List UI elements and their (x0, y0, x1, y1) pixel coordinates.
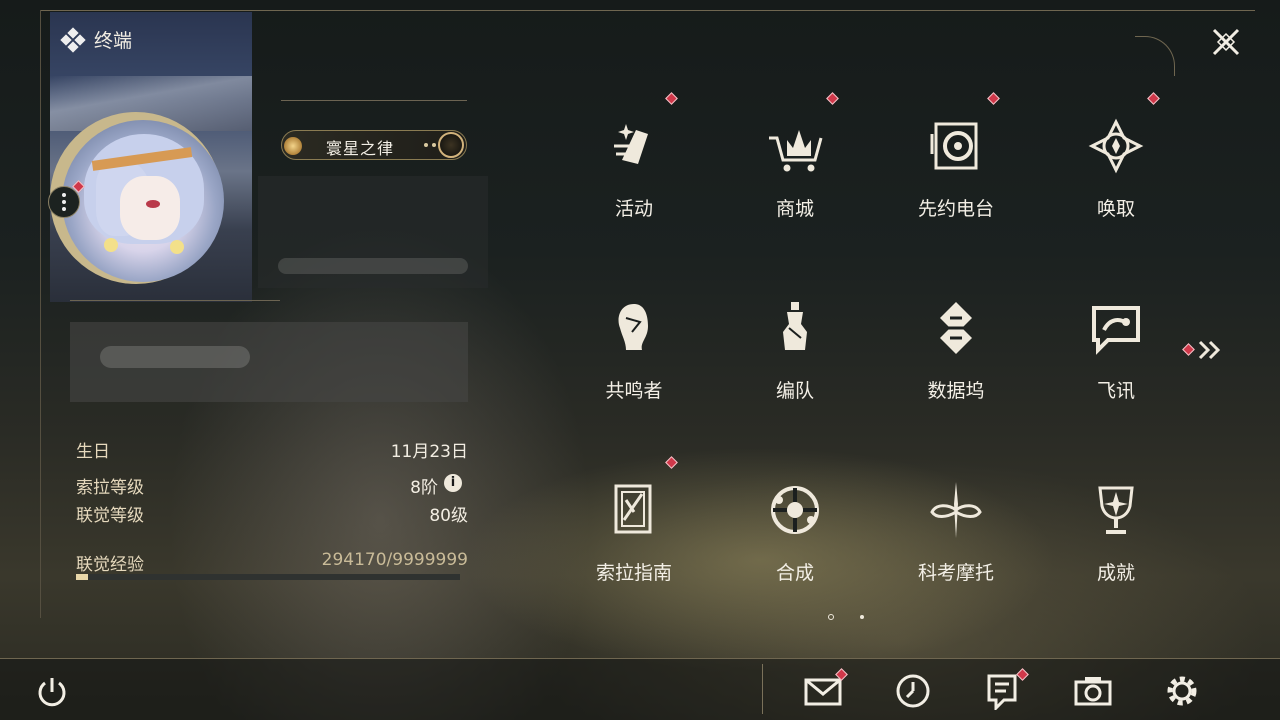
frame-line-bottom (0, 658, 1280, 659)
tile-label: 科考摩托 (917, 562, 994, 584)
terminal-title: 终端 (94, 30, 133, 52)
sol-rank-label: 索拉等级 (76, 478, 144, 498)
mail-button[interactable] (803, 668, 848, 710)
title-badge-label: 寰星之律 (326, 139, 395, 158)
notice-button[interactable] (982, 668, 1029, 712)
tile-chat[interactable]: 飞讯 (1036, 282, 1196, 452)
camera-icon (1074, 677, 1112, 706)
motorcycle-icon (926, 480, 986, 540)
divider (70, 300, 280, 301)
union-level-value: 80级 (429, 506, 468, 526)
tile-resonators[interactable]: 共鸣者 (554, 282, 714, 452)
signature-area-blurred (258, 176, 488, 288)
tile-motorcycle[interactable]: 科考摩托 (876, 464, 1036, 634)
avatar-options-button[interactable] (48, 186, 80, 218)
tile-label: 合成 (775, 562, 814, 584)
avatar[interactable] (62, 120, 224, 282)
chat-icon (1086, 298, 1146, 358)
exit-button[interactable] (34, 674, 70, 710)
title-badge[interactable]: 寰星之律 (281, 130, 467, 160)
alert-dot (665, 92, 678, 105)
tile-label: 先约电台 (917, 198, 994, 220)
diamond-logo-icon (60, 26, 86, 53)
tile-label: 飞讯 (1096, 380, 1135, 402)
gear-icon (1167, 676, 1197, 706)
tile-data-bank[interactable]: 数据坞 (876, 282, 1036, 452)
name-area-blurred (70, 322, 468, 402)
clock-icon (896, 674, 930, 708)
frame-line-top (40, 10, 1255, 11)
guidebook-icon (604, 480, 664, 540)
frame-line-left (40, 10, 41, 618)
camera-button[interactable] (1073, 672, 1113, 710)
gacha-icon (1086, 116, 1146, 176)
notice-icon (987, 674, 1017, 712)
orb-icon (438, 132, 464, 158)
union-exp-value: 294170/9999999 (321, 550, 468, 570)
sol-rank-value: 8阶 (410, 478, 438, 498)
tile-guidebook[interactable]: 索拉指南 (554, 456, 714, 634)
alert-dot (987, 92, 1000, 105)
tile-label: 成就 (1096, 562, 1135, 584)
birthday-value: 11月23日 (390, 442, 468, 462)
divider (281, 100, 467, 101)
sun-icon (284, 137, 302, 155)
radio-icon (926, 116, 986, 176)
exp-progress-bar (76, 574, 460, 580)
tile-achievements[interactable]: 成就 (1036, 464, 1196, 634)
tile-activity[interactable]: 活动 (554, 92, 714, 270)
history-button[interactable] (893, 672, 933, 710)
tile-team[interactable]: 编队 (715, 282, 875, 452)
tile-label: 活动 (614, 198, 653, 220)
close-button[interactable] (1208, 24, 1244, 60)
bottom-divider (762, 664, 763, 714)
alert-dot (1182, 343, 1195, 356)
tile-convene[interactable]: 唤取 (1036, 92, 1196, 270)
exp-progress-fill (76, 574, 88, 580)
frame-corner (1135, 36, 1175, 76)
resonator-icon (604, 298, 664, 358)
settings-button[interactable] (1162, 672, 1202, 710)
mail-icon (804, 678, 842, 706)
page-dot[interactable] (860, 615, 864, 619)
alert-dot (1147, 92, 1160, 105)
tile-label: 唤取 (1096, 198, 1135, 220)
birthday-label: 生日 (76, 442, 110, 462)
badge-dots (432, 143, 436, 147)
close-icon (1212, 28, 1240, 56)
team-icon (765, 298, 825, 358)
union-level-label: 联觉等级 (76, 506, 144, 526)
tile-label: 索拉指南 (595, 562, 672, 584)
trophy-icon (1086, 480, 1146, 540)
power-icon (38, 678, 66, 707)
page-dot-active[interactable] (828, 614, 834, 620)
tile-synthesis[interactable]: 合成 (715, 464, 875, 634)
tile-radio[interactable]: 先约电台 (876, 92, 1036, 270)
tile-label: 共鸣者 (605, 380, 663, 402)
tile-label: 商城 (775, 198, 814, 220)
double-chevron-right-icon (1198, 340, 1221, 360)
alert-dot (826, 92, 839, 105)
synthesis-icon (765, 480, 825, 540)
event-icon (604, 116, 664, 176)
next-page-button[interactable] (1182, 338, 1224, 362)
data-bank-icon (926, 298, 986, 358)
tile-label: 数据坞 (927, 380, 985, 402)
union-exp-label: 联觉经验 (76, 555, 144, 575)
tile-shop[interactable]: 商城 (715, 92, 875, 270)
shop-icon (765, 116, 825, 176)
tile-label: 编队 (775, 380, 814, 402)
info-icon[interactable]: i (444, 474, 462, 492)
terminal-header: 终端 (60, 26, 133, 53)
alert-dot (665, 456, 678, 469)
